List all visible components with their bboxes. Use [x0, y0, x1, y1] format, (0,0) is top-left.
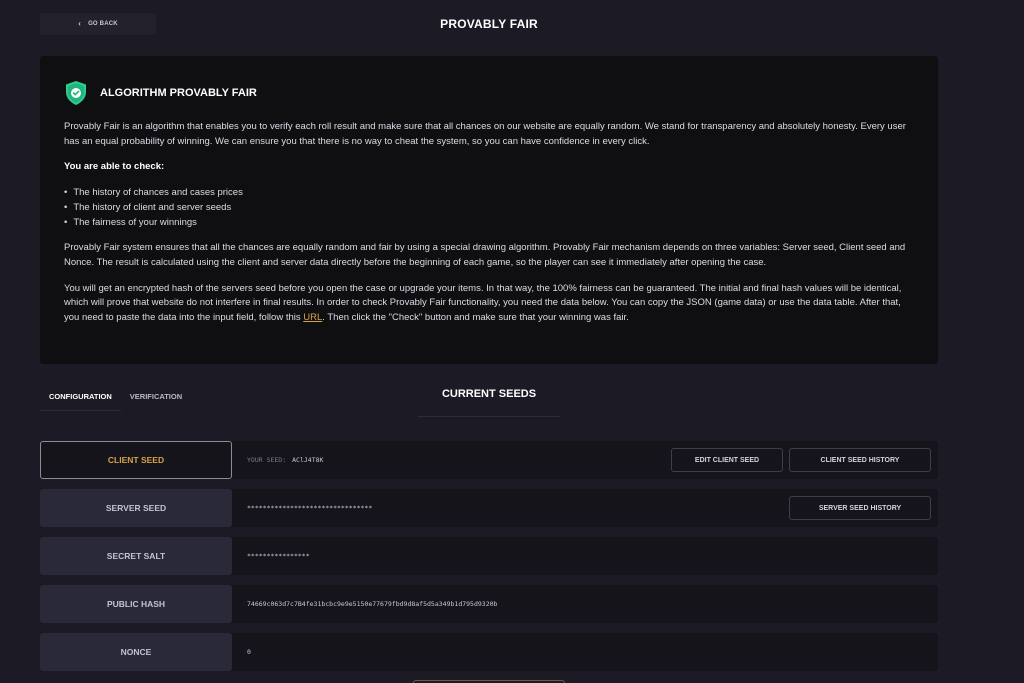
server-seed-history-button[interactable]: SERVER SEED HISTORY — [789, 496, 931, 520]
shield-check-icon — [66, 81, 86, 105]
secret-salt-row: SECRET SALT **************** — [40, 537, 938, 575]
client-seed-label[interactable]: CLIENT SEED — [40, 441, 232, 479]
info-paragraph-verification: You will get an encrypted hash of the se… — [64, 282, 914, 326]
public-hash-label: PUBLIC HASH — [40, 585, 232, 623]
your-seed-prefix: YOUR SEED: — [247, 456, 287, 464]
verification-text-end: . Then click the "Check" button and make… — [322, 312, 629, 324]
info-header: ALGORITHM PROVABLY FAIR — [64, 80, 914, 106]
info-paragraph-mechanism: Provably Fair system ensures that all th… — [64, 242, 906, 268]
server-seed-label: SERVER SEED — [40, 489, 232, 527]
client-seed-history-button[interactable]: CLIENT SEED HISTORY — [789, 448, 931, 472]
nonce-row: NONCE 0 — [40, 633, 938, 671]
info-panel: ALGORITHM PROVABLY FAIR Provably Fair is… — [40, 56, 938, 364]
server-seed-row: SERVER SEED ****************************… — [40, 489, 938, 527]
public-hash-value: 74669c063d7c7B4fe31bcbc9e9e5150e77679fbd… — [247, 600, 498, 608]
page-title: PROVABLY FAIR — [440, 17, 538, 31]
check-list-item: The fairness of your winnings — [64, 216, 914, 231]
secret-salt-value: **************** — [247, 552, 310, 560]
edit-client-seed-button[interactable]: EDIT CLIENT SEED — [671, 448, 783, 472]
url-link[interactable]: URL — [303, 312, 322, 323]
nonce-value: 0 — [247, 648, 251, 656]
client-seed-row: CLIENT SEED YOUR SEED: AClJ4T8K EDIT CLI… — [40, 441, 938, 479]
check-list-item: The history of client and server seeds — [64, 201, 914, 216]
public-hash-row: PUBLIC HASH 74669c063d7c7B4fe31bcbc9e9e5… — [40, 585, 938, 623]
check-heading: You are able to check: — [64, 161, 165, 173]
nonce-label: NONCE — [40, 633, 232, 671]
server-seed-value: ******************************** — [247, 504, 373, 512]
current-seeds-heading: CURRENT SEEDS — [418, 388, 560, 417]
info-title: ALGORITHM PROVABLY FAIR — [100, 87, 257, 99]
info-paragraph-intro: Provably Fair is an algorithm that enabl… — [64, 121, 906, 147]
secret-salt-label: SECRET SALT — [40, 537, 232, 575]
tab-verification[interactable]: VERIFICATION — [121, 388, 191, 411]
check-list-item: The history of chances and cases prices — [64, 186, 914, 201]
seed-tabs: CONFIGURATION VERIFICATION — [40, 388, 191, 411]
client-seed-value: YOUR SEED: AClJ4T8K — [247, 441, 323, 479]
header: ‹ GO BACK PROVABLY FAIR — [0, 0, 1024, 50]
client-seed-text: AClJ4T8K — [292, 456, 324, 464]
check-list: The history of chances and cases prices … — [64, 186, 914, 230]
tab-configuration[interactable]: CONFIGURATION — [40, 388, 121, 411]
